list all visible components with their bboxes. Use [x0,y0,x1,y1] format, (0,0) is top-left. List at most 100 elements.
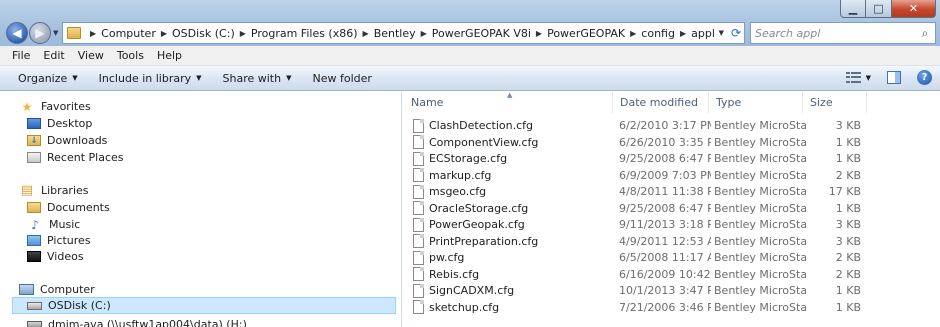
breadcrumb-separator-icon[interactable]: ▶ [240,29,246,38]
file-type-cell: Bentley MicroStati... [714,284,806,297]
breadcrumb-separator-icon[interactable]: ▶ [421,29,427,38]
organize-button[interactable]: Organize ▼ [18,72,78,85]
menu-tools[interactable]: Tools [117,49,144,62]
back-button[interactable]: ◀ [6,22,28,44]
breadcrumb-powergeopak[interactable]: PowerGEOPAK [547,27,625,40]
file-name-cell: PrintPreparation.cfg [413,233,613,250]
breadcrumb-separator-icon[interactable]: ▶ [680,29,686,38]
search-icon[interactable]: ⌕ [915,26,935,41]
file-name: msgeo.cfg [429,185,487,198]
sidebar-item-favorites[interactable]: ★ Favorites [19,98,91,115]
file-size-cell: 3 KB [835,234,861,248]
libraries-icon: ▤ [20,183,34,198]
sidebar-item-recent-places[interactable]: Recent Places [27,149,124,166]
include-in-library-button[interactable]: Include in library ▼ [99,72,202,85]
sidebar-item-desktop[interactable]: Desktop [27,115,92,132]
help-icon[interactable]: ? [917,70,932,85]
menu-view[interactable]: View [78,49,104,62]
recent-pages-chevron-icon[interactable]: ▼ [53,29,58,37]
column-header-date[interactable]: Date modified [613,92,709,113]
cfg-file-icon [413,135,424,149]
file-size-cell: 1 KB [835,152,861,165]
breadcrumb-config[interactable]: config [641,27,675,40]
chevron-down-icon: ▼ [72,74,78,82]
sidebar-item-label: Pictures [47,234,91,247]
cfg-file-icon [413,217,424,232]
breadcrumb-program-files[interactable]: Program Files (x86) [251,27,358,40]
table-row[interactable]: sketchup.cfg 7/21/2006 3:46 PMBentley Mic… [403,299,873,316]
table-row[interactable]: PrintPreparation.cfg 4/9/2011 12:53 AMBen… [403,233,873,250]
refresh-icon[interactable]: ⟳ [728,23,744,43]
breadcrumb-appl[interactable]: appl [691,27,715,40]
menu-file[interactable]: File [12,49,30,62]
sidebar-item-label: Computer [40,283,95,296]
menu-edit[interactable]: Edit [43,49,64,62]
breadcrumb-separator-icon[interactable]: ▶ [90,29,96,38]
date-modified-cell: 6/5/2008 11:17 AM [619,251,711,264]
file-name: SignCADXM.cfg [429,284,515,297]
table-row[interactable]: msgeo.cfg 4/8/2011 11:38 PMBentley MicroS… [403,183,873,200]
file-name: ECStorage.cfg [429,152,508,165]
table-row[interactable]: ClashDetection.cfg 6/2/2010 3:17 PM Bentle… [403,117,873,134]
file-type-cell: Bentley MicroStati... [714,185,806,198]
table-row[interactable]: ECStorage.cfg 9/25/2008 6:47 PMBentley Mi… [403,150,873,167]
window-controls: ▁ □ ✕ [840,0,936,18]
sidebar-item-label: Recent Places [47,151,124,164]
sidebar-item-music[interactable]: ♪ Music [27,216,80,233]
date-modified-cell: 9/11/2013 3:18 PM [619,218,711,231]
breadcrumb-powergeopak-v8i[interactable]: PowerGEOPAK V8i [432,27,531,40]
pictures-icon [27,235,41,246]
sidebar-item-label: Videos [47,250,84,263]
sidebar-item-videos[interactable]: Videos [27,248,84,265]
close-button[interactable]: ✕ [892,0,936,18]
recent-places-icon [27,152,41,163]
table-row[interactable]: Rebis.cfg 6/16/2009 10:42 AMBentley Micro… [403,266,873,283]
file-name-cell: ComponentView.cfg [413,134,613,151]
breadcrumb-computer[interactable]: Computer [101,27,156,40]
menu-help[interactable]: Help [157,49,182,62]
address-bar[interactable]: ▶ Computer ▶ OSDisk (C:) ▶ Program Files… [62,22,745,44]
preview-pane-icon[interactable] [887,71,901,84]
table-row[interactable]: OracleStorage.cfg 9/25/2008 6:47 PMBentle… [403,200,873,217]
column-header-type[interactable]: Type [709,92,803,113]
column-header-label: Name [411,96,444,109]
breadcrumb-separator-icon[interactable]: ▶ [363,29,369,38]
file-type-cell: Bentley MicroStati... [714,251,806,264]
sidebar-item-downloads[interactable]: ↓ Downloads [27,132,107,149]
share-with-button[interactable]: Share with ▼ [223,72,292,85]
breadcrumb-bentley[interactable]: Bentley [374,27,416,40]
sidebar-item-documents[interactable]: Documents [27,199,110,216]
file-type-cell: Bentley MicroStati... [714,218,806,231]
search-input[interactable]: Search appl ⌕ [750,22,936,44]
sidebar-item-osdisk[interactable]: OSDisk (C:) [12,297,396,314]
table-row[interactable]: pw.cfg 6/5/2008 11:17 AMBentley MicroStat… [403,249,873,266]
file-size-cell: 3 KB [835,218,861,231]
breadcrumb-separator-icon[interactable]: ▶ [536,29,542,38]
change-view-icon[interactable] [845,71,861,84]
sidebar-item-pictures[interactable]: Pictures [27,232,91,249]
breadcrumb-osdisk[interactable]: OSDisk (C:) [172,27,235,40]
minimize-button[interactable]: ▁ [840,0,866,18]
new-folder-button[interactable]: New folder [312,72,371,85]
sidebar-item-network-drive[interactable]: dmim-ava (\\usftw1ap004\data) (H:) [27,316,247,327]
file-type-cell: Bentley MicroStati... [714,300,806,314]
date-modified-cell: 10/1/2013 3:47 PM [619,284,711,297]
address-dropdown-chevron-icon[interactable]: ▼ [719,29,724,37]
sidebar-item-libraries[interactable]: ▤ Libraries [19,182,89,199]
table-row[interactable]: SignCADXM.cfg 10/1/2013 3:47 PMBentley Mi… [403,282,873,299]
maximize-button[interactable]: □ [866,0,892,18]
date-modified-cell: 4/9/2011 12:53 AM [619,234,711,248]
forward-button[interactable]: ▶ [29,22,51,44]
breadcrumb-separator-icon[interactable]: ▶ [161,29,167,38]
sidebar-item-label: Downloads [47,134,108,147]
table-row[interactable]: markup.cfg 6/9/2009 7:03 PM Bentley MicroS… [403,167,873,184]
chevron-down-icon: ▼ [196,74,202,82]
computer-icon [19,284,34,295]
column-header-name[interactable]: ▲ Name [404,91,613,113]
table-row[interactable]: ComponentView.cfg 6/26/2010 3:35 PMBentle… [403,134,873,151]
view-options-chevron-icon[interactable]: ▼ [866,74,871,82]
table-row[interactable]: PowerGeopak.cfg 9/11/2013 3:18 PMBentley … [403,216,873,233]
breadcrumb-separator-icon[interactable]: ▶ [630,29,636,38]
column-header-size[interactable]: Size [803,92,867,113]
sidebar-item-computer[interactable]: Computer [19,281,95,298]
